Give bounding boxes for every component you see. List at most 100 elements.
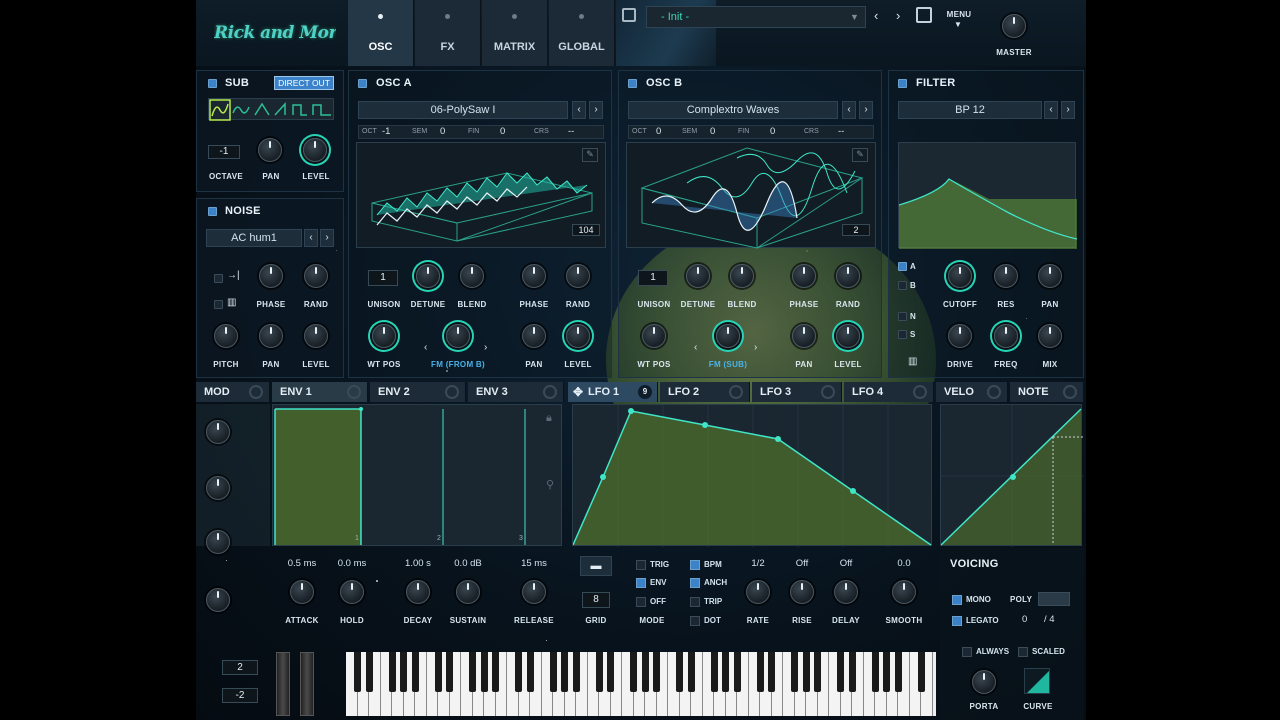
lfo-trig-toggle[interactable]: TRIG [636, 560, 669, 570]
macro-2-knob[interactable] [206, 476, 230, 500]
osc-b-prev-icon[interactable]: ‹ [842, 101, 856, 119]
env-release-knob[interactable] [522, 580, 546, 604]
sub-waveform-selector[interactable] [208, 98, 334, 121]
tab-osc[interactable]: OSC [348, 0, 414, 66]
drag-ring-icon[interactable] [987, 385, 1001, 399]
black-key[interactable] [848, 652, 856, 692]
drag-ring-icon[interactable] [543, 385, 557, 399]
voicing-mono-toggle[interactable]: MONO [952, 595, 991, 605]
lfo-anch-toggle[interactable]: ANCH [690, 578, 727, 588]
noise-level-knob[interactable] [304, 324, 328, 348]
noise-preset-select[interactable]: AC hum1 [206, 229, 302, 247]
filter-next-icon[interactable]: › [1061, 101, 1075, 119]
noise-pitch-knob[interactable] [214, 324, 238, 348]
osc-a-edit-icon[interactable]: ✎ [582, 148, 598, 162]
osc-b-fm-prev-icon[interactable]: ‹ [694, 342, 697, 353]
osc-b-fm-next-icon[interactable]: › [754, 342, 757, 353]
pitch-bend-down-field[interactable]: -2 [222, 688, 258, 703]
tab-mod[interactable]: MOD [196, 382, 270, 402]
osc-b-rand-knob[interactable] [836, 264, 860, 288]
lfo-1-graph[interactable] [572, 404, 932, 547]
sub-octave-field[interactable]: -1 [208, 145, 240, 159]
noise-prev-icon[interactable]: ‹ [304, 229, 318, 247]
black-key[interactable] [480, 652, 488, 692]
lfo-env-toggle[interactable]: ENV [636, 578, 666, 588]
filter-freq-knob[interactable] [994, 324, 1018, 348]
drag-ring-icon[interactable] [729, 385, 743, 399]
tab-note[interactable]: NOTE [1010, 382, 1084, 402]
sub-level-knob[interactable] [303, 138, 327, 162]
filter-response-display[interactable] [898, 142, 1078, 249]
osc-b-level-knob[interactable] [836, 324, 860, 348]
osc-b-sem-value[interactable]: 0 [710, 126, 715, 137]
black-key[interactable] [630, 652, 637, 692]
voicing-always-toggle[interactable]: ALWAYS [962, 647, 1009, 657]
drag-ring-icon[interactable] [445, 385, 459, 399]
filter-keytrack-icon[interactable]: ▥ [908, 356, 917, 367]
black-key[interactable] [595, 652, 603, 692]
lfo-grid-field[interactable]: 8 [582, 592, 610, 608]
black-key[interactable] [388, 652, 396, 692]
filter-route-s-toggle[interactable] [898, 330, 907, 339]
voicing-scaled-toggle[interactable]: SCALED [1018, 647, 1065, 657]
osc-b-unison-field[interactable]: 1 [638, 270, 668, 286]
tab-env-1[interactable]: ENV 1 [272, 382, 368, 402]
black-key[interactable] [641, 652, 649, 692]
black-key[interactable] [434, 652, 442, 692]
osc-a-blend-knob[interactable] [460, 264, 484, 288]
tab-lfo-3[interactable]: LFO 3 [752, 382, 842, 402]
voicing-curve-control[interactable] [1024, 668, 1050, 694]
osc-a-wavetable-select[interactable]: 06-PolySaw I [358, 101, 568, 119]
black-key[interactable] [814, 652, 821, 692]
env-decay-knob[interactable] [406, 580, 430, 604]
lfo-smooth-knob[interactable] [892, 580, 916, 604]
osc-a-prev-icon[interactable]: ‹ [572, 101, 586, 119]
sub-enable-toggle[interactable] [208, 79, 217, 88]
tab-lfo-4[interactable]: LFO 4 [844, 382, 934, 402]
drag-ring-icon[interactable] [347, 385, 361, 399]
tab-global[interactable]: GLOBAL [549, 0, 615, 66]
black-key[interactable] [653, 652, 660, 692]
black-key[interactable] [791, 652, 798, 692]
env-attack-knob[interactable] [290, 580, 314, 604]
osc-a-rand-knob[interactable] [566, 264, 590, 288]
black-key[interactable] [676, 652, 683, 692]
black-key[interactable] [400, 652, 407, 692]
osc-a-frame-field[interactable]: 104 [572, 224, 600, 236]
osc-b-wavetable-display[interactable] [626, 142, 876, 249]
osc-b-enable-toggle[interactable] [628, 79, 637, 88]
black-key[interactable] [768, 652, 775, 692]
osc-b-fin-value[interactable]: 0 [770, 126, 775, 137]
black-key[interactable] [411, 652, 419, 692]
lfo-dot-toggle[interactable]: DOT [690, 616, 721, 626]
filter-enable-toggle[interactable] [898, 79, 907, 88]
pitch-wheel[interactable] [276, 652, 290, 716]
noise-rand-knob[interactable] [304, 264, 328, 288]
black-key[interactable] [733, 652, 741, 692]
black-key[interactable] [917, 652, 925, 692]
osc-b-blend-knob[interactable] [730, 264, 754, 288]
lfo-trip-toggle[interactable]: TRIP [690, 597, 722, 607]
lfo-shape-folder-icon[interactable]: ▬ [580, 556, 612, 576]
menu-button[interactable]: MENU [944, 10, 974, 19]
osc-a-level-knob[interactable] [566, 324, 590, 348]
filter-type-select[interactable]: BP 12 [898, 101, 1042, 119]
black-key[interactable] [607, 652, 614, 692]
env-1-graph[interactable]: 1 2 3 [272, 404, 562, 546]
osc-a-enable-toggle[interactable] [358, 79, 367, 88]
osc-b-oct-value[interactable]: 0 [656, 126, 661, 137]
pitch-bend-up-field[interactable]: 2 [222, 660, 258, 675]
lfo-bpm-toggle[interactable]: BPM [690, 560, 722, 570]
black-key[interactable] [469, 652, 476, 692]
black-key[interactable] [894, 652, 902, 692]
voicing-poly-field[interactable] [1038, 592, 1070, 606]
osc-a-pan-knob[interactable] [522, 324, 546, 348]
black-key[interactable] [722, 652, 729, 692]
filter-prev-icon[interactable]: ‹ [1044, 101, 1058, 119]
lock-icon[interactable]: 🔒︎ [546, 412, 552, 425]
osc-a-wtpos-knob[interactable] [372, 324, 396, 348]
lfo-rise-knob[interactable] [790, 580, 814, 604]
noise-oneshot-toggle[interactable] [214, 274, 223, 283]
piano-keyboard[interactable] [346, 652, 936, 716]
tab-env-2[interactable]: ENV 2 [370, 382, 466, 402]
